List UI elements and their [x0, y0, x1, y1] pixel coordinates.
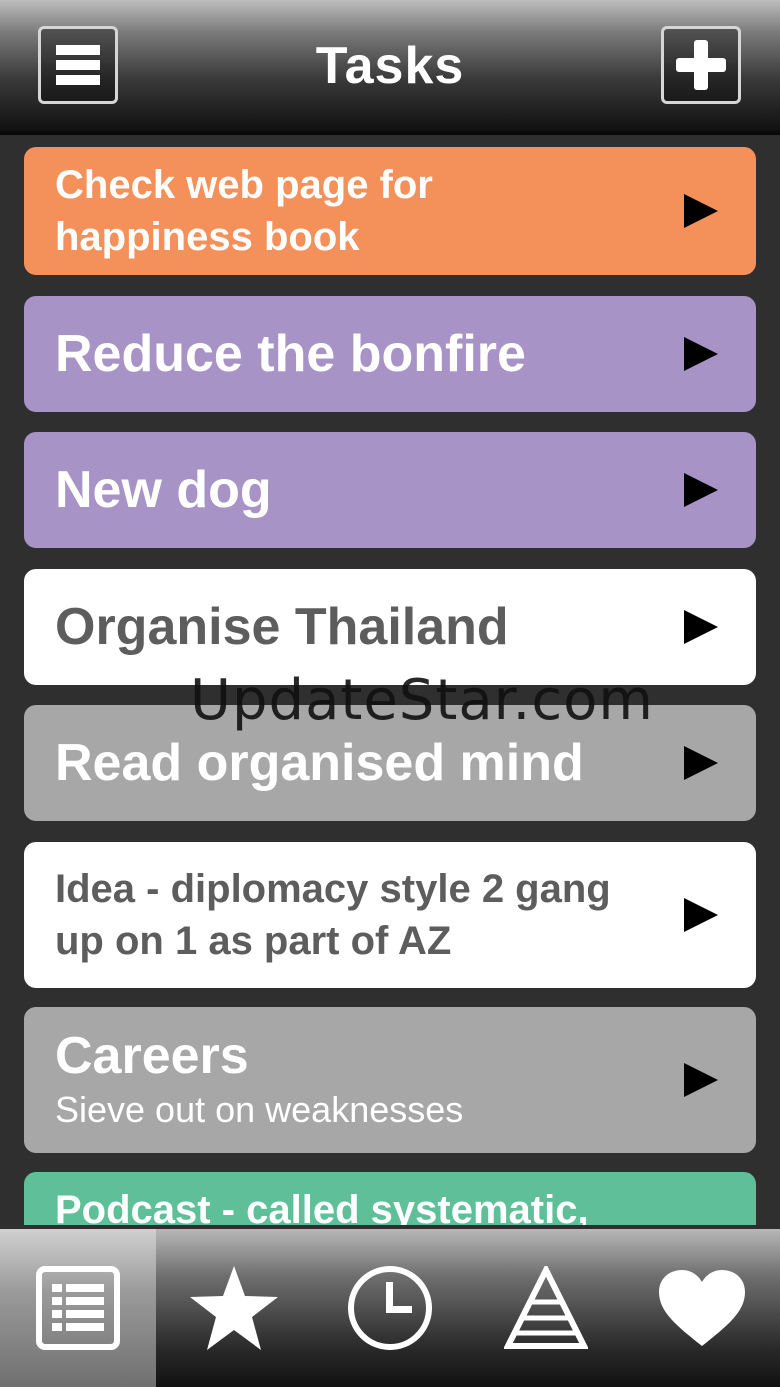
play-arrow-icon — [684, 473, 718, 507]
task-title: Organise Thailand — [55, 598, 509, 656]
task-list[interactable]: Check web page for happiness book Reduce… — [0, 139, 780, 1225]
task-item[interactable]: Organise Thailand — [24, 569, 756, 685]
bottom-tab-bar — [0, 1229, 780, 1387]
tab-recent[interactable] — [312, 1229, 468, 1387]
tab-list[interactable] — [0, 1229, 156, 1387]
task-title: Idea - diplomacy style 2 gang up on 1 as… — [55, 867, 611, 963]
task-title: Read organised mind — [55, 734, 584, 792]
top-bar: Tasks — [0, 0, 780, 135]
play-arrow-icon — [684, 1063, 718, 1097]
play-arrow-icon — [684, 746, 718, 780]
heart-icon — [659, 1270, 745, 1346]
task-item[interactable]: Podcast - called systematic, — [24, 1172, 756, 1225]
task-item[interactable]: New dog — [24, 432, 756, 548]
task-title: Reduce the bonfire — [55, 325, 526, 383]
play-arrow-icon — [684, 194, 718, 228]
tab-favorites[interactable] — [624, 1229, 780, 1387]
clock-icon — [348, 1266, 432, 1350]
task-item[interactable]: Idea - diplomacy style 2 gang up on 1 as… — [24, 842, 756, 988]
pyramid-icon — [504, 1266, 588, 1349]
play-arrow-icon — [684, 337, 718, 371]
task-subtitle: Sieve out on weaknesses — [55, 1089, 464, 1130]
task-title: New dog — [55, 461, 272, 519]
play-arrow-icon — [684, 898, 718, 932]
task-title: Check web page for happiness book — [55, 163, 433, 259]
plus-icon — [676, 40, 726, 90]
list-icon — [36, 1266, 120, 1350]
tab-priority[interactable] — [468, 1229, 624, 1387]
tab-starred[interactable] — [156, 1229, 312, 1387]
add-task-button[interactable] — [661, 26, 741, 104]
star-icon — [190, 1266, 278, 1350]
task-title: Careers — [55, 1027, 249, 1085]
task-item[interactable]: Check web page for happiness book — [24, 147, 756, 275]
task-title: Podcast - called systematic, — [55, 1188, 589, 1225]
task-item[interactable]: Careers Sieve out on weaknesses — [24, 1007, 756, 1153]
task-item[interactable]: Read organised mind — [24, 705, 756, 821]
play-arrow-icon — [684, 610, 718, 644]
task-item[interactable]: Reduce the bonfire — [24, 296, 756, 412]
